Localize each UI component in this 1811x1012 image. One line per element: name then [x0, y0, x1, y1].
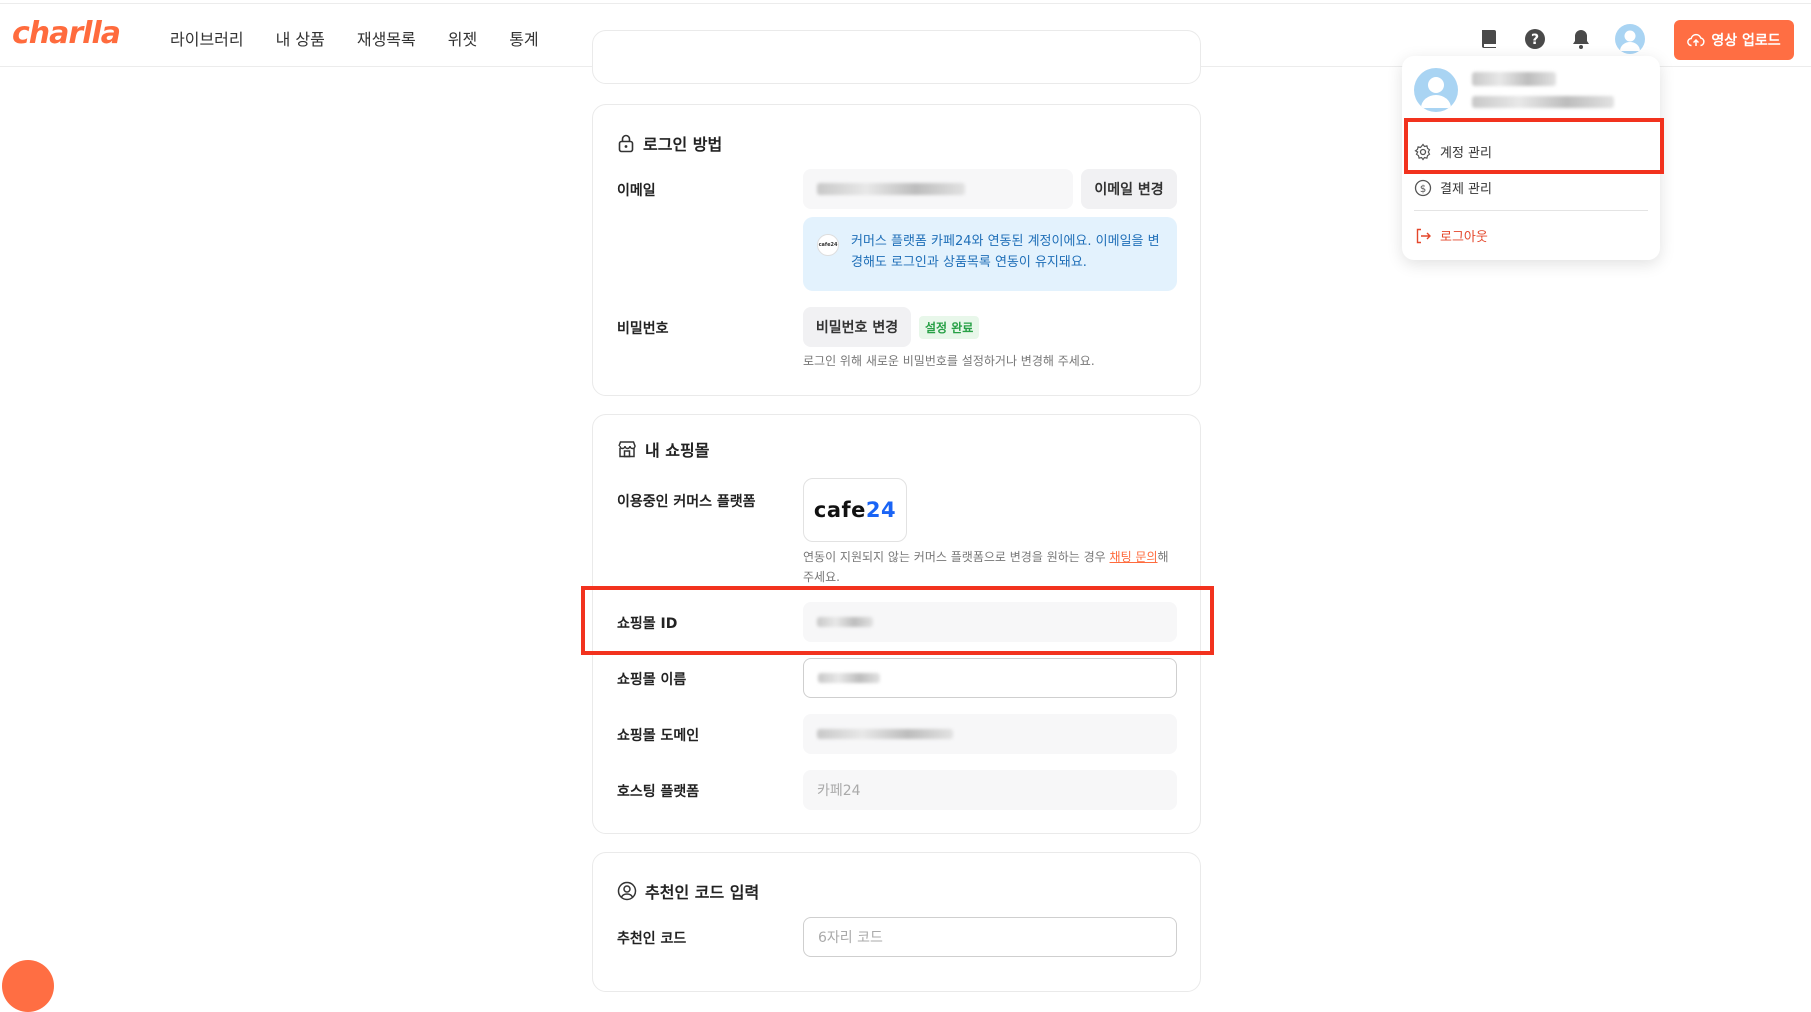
lock-icon: [618, 134, 634, 153]
cafe24-logo: cafe 24: [803, 478, 907, 542]
shop-domain-field: [803, 714, 1177, 754]
user-email-blurred: [1472, 96, 1614, 108]
svg-text:?: ?: [1531, 32, 1539, 48]
referral-code-label: 추천인 코드: [617, 931, 687, 947]
nav-my-products[interactable]: 내 상품: [276, 26, 325, 50]
login-method-title: 로그인 방법: [617, 131, 722, 155]
shop-name-label: 쇼핑몰 이름: [617, 672, 687, 688]
gear-icon: [1414, 143, 1431, 160]
billing-item[interactable]: $ 결제 관리: [1414, 178, 1492, 197]
password-label: 비밀번호: [617, 321, 669, 337]
book-icon[interactable]: [1477, 27, 1501, 51]
password-status-badge: 설정 완료: [919, 316, 980, 339]
shop-id-field: [803, 602, 1177, 642]
header-icons: ?: [1477, 24, 1645, 54]
change-password-button[interactable]: 비밀번호 변경: [803, 307, 911, 347]
dropdown-divider: [1414, 210, 1648, 211]
nav-library[interactable]: 라이브러리: [170, 26, 244, 50]
previous-card: [592, 30, 1201, 84]
brand-logo[interactable]: charlla: [12, 16, 121, 51]
login-method-card: 로그인 방법 이메일 이메일 변경 cafe24 커머스 플랫폼 카페24와 연…: [592, 104, 1201, 396]
referral-title: 추천인 코드 입력: [617, 879, 759, 903]
referral-card: 추천인 코드 입력 추천인 코드 6자리 코드: [592, 852, 1201, 992]
email-field: [803, 169, 1073, 209]
cafe24-info-box: cafe24 커머스 플랫폼 카페24와 연동된 계정이에요. 이메일을 변경해…: [803, 217, 1177, 291]
dollar-circle-icon: $: [1414, 179, 1432, 196]
my-shop-card: 내 쇼핑몰 이용중인 커머스 플랫폼 cafe 24 연동이 지원되지 않는 커머…: [592, 414, 1201, 834]
platform-label: 이용중인 커머스 플랫폼: [617, 494, 756, 510]
cloud-upload-icon: [1687, 33, 1705, 47]
shop-domain-blurred-value: [817, 729, 953, 739]
password-hint: 로그인 위해 새로운 비밀번호를 설정하거나 변경해 주세요.: [803, 354, 1095, 368]
dropdown-avatar-icon: [1414, 68, 1458, 112]
shop-domain-label: 쇼핑몰 도메인: [617, 728, 700, 744]
cafe24-small-logo: cafe24: [817, 234, 839, 256]
chat-inquiry-link[interactable]: 채팅 문의: [1110, 550, 1158, 564]
shop-id-label: 쇼핑몰 ID: [617, 616, 678, 632]
nav-playlists[interactable]: 재생목록: [357, 26, 416, 50]
my-shop-title: 내 쇼핑몰: [617, 437, 709, 461]
upload-video-button[interactable]: 영상 업로드: [1674, 20, 1794, 60]
account-dropdown: 계정 관리 $ 결제 관리 로그아웃: [1402, 56, 1660, 260]
cafe24-info-text: 커머스 플랫폼 카페24와 연동된 계정이에요. 이메일을 변경해도 로그인과 …: [851, 234, 1160, 270]
nav-statistics[interactable]: 통계: [509, 26, 538, 50]
main-nav: 라이브러리 내 상품 재생목록 위젯 통계: [170, 26, 539, 50]
shop-name-input[interactable]: [803, 658, 1177, 698]
user-name-blurred: [1472, 72, 1556, 86]
avatar-icon[interactable]: [1615, 24, 1645, 54]
help-icon[interactable]: ?: [1523, 27, 1547, 51]
referral-code-input[interactable]: 6자리 코드: [803, 917, 1177, 957]
hosting-platform-field: 카페24: [803, 770, 1177, 810]
store-icon: [618, 441, 636, 458]
upload-label: 영상 업로드: [1711, 33, 1781, 49]
logout-item[interactable]: 로그아웃: [1414, 226, 1488, 245]
bell-icon[interactable]: [1569, 27, 1593, 51]
account-settings-item[interactable]: 계정 관리: [1414, 142, 1492, 161]
shop-id-blurred-value: [817, 617, 873, 627]
email-label: 이메일: [617, 183, 656, 199]
logout-icon: [1416, 228, 1431, 243]
platform-hint: 연동이 지원되지 않는 커머스 플랫폼으로 변경을 원하는 경우 채팅 문의해주…: [803, 550, 1169, 584]
shop-name-blurred-value: [818, 673, 880, 683]
hosting-platform-label: 호스팅 플랫폼: [617, 784, 700, 800]
change-email-button[interactable]: 이메일 변경: [1081, 169, 1177, 209]
chat-float-button[interactable]: [2, 960, 54, 1012]
nav-widgets[interactable]: 위젯: [448, 26, 477, 50]
email-blurred-value: [817, 183, 965, 195]
svg-text:$: $: [1420, 184, 1426, 195]
user-circle-icon: [617, 881, 637, 901]
